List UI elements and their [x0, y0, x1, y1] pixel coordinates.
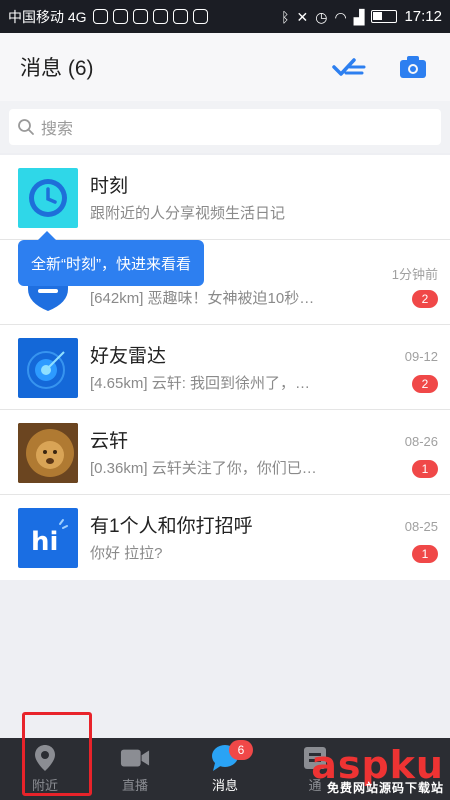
hi-avatar: hi [18, 508, 78, 568]
image-icon [152, 9, 168, 24]
search-bar: 搜索 [0, 101, 450, 153]
message-name: 时刻 [90, 176, 129, 197]
message-name: 好友雷达 [90, 346, 167, 367]
app-icon [192, 9, 208, 24]
app-icon [172, 9, 188, 24]
notification-icon [132, 9, 148, 24]
tab-live[interactable]: 直播 [90, 738, 180, 800]
tab-messages[interactable]: 消息 6 [180, 738, 270, 800]
message-name: 云轩 [90, 431, 129, 452]
search-placeholder: 搜索 [41, 121, 74, 138]
list-item[interactable]: hi 有1个人和你打招呼 你好 拉拉? 08-25 1 [0, 495, 450, 580]
lion-photo [18, 423, 78, 483]
message-name: 有1个人和你打招呼 [90, 516, 253, 537]
alarm-icon: ◷ [315, 8, 328, 25]
message-preview: [642km] 恶趣味！女神被迫10秒… [90, 290, 315, 307]
message-preview: [0.36km] 云轩关注了你，你们已… [90, 460, 317, 477]
search-icon [18, 119, 34, 135]
bluetooth-icon: ᛒ [281, 8, 290, 25]
system-icons: ᛒ ✕ ◷ ◠ ▟ 17:12 [281, 8, 442, 25]
notification-icon [92, 9, 108, 24]
battery-icon [371, 10, 398, 23]
carrier-label: 中国移动 4G [8, 8, 87, 25]
tooltip-text: 全新“时刻”，快进来看看 [31, 255, 191, 273]
unread-badge: 1 [412, 460, 438, 478]
message-preview: 你好 拉拉? [90, 545, 163, 562]
camera-button[interactable] [396, 50, 430, 84]
unread-badge: 1 [412, 545, 438, 563]
unread-badge: 2 [412, 375, 438, 393]
tab-nearby[interactable]: 附近 [0, 738, 90, 800]
notification-icons [92, 9, 208, 24]
page-title: 消息 (6) [20, 57, 94, 80]
watermark-subtitle: 免费网站源码下载站 [326, 781, 444, 795]
message-preview: [4.65km] 云轩: 我回到徐州了，… [90, 375, 311, 392]
hi-icon: hi [31, 519, 68, 557]
radar-avatar [18, 338, 78, 398]
read-all-button[interactable] [332, 50, 366, 84]
notification-icon [112, 9, 128, 24]
tab-label: 消息 [211, 778, 238, 793]
tab-label: 直播 [121, 778, 148, 793]
message-preview: 跟附近的人分享视频生活日记 [90, 205, 286, 222]
message-time: 08-25 [404, 519, 438, 534]
list-item[interactable]: 好友雷达 [4.65km] 云轩: 我回到徐州了，… 09-12 2 [0, 325, 450, 410]
clock: 17:12 [404, 8, 442, 25]
radar-icon [27, 351, 65, 389]
camera-icon [400, 56, 426, 78]
wifi-icon: ◠ [334, 8, 347, 25]
header: 消息 (6) [0, 33, 450, 101]
message-time: 08-26 [404, 434, 438, 449]
list-item[interactable]: 时刻 跟附近的人分享视频生活日记 [0, 155, 450, 240]
message-list: 时刻 跟附近的人分享视频生活日记 [642km] 恶趣味！女神被迫10秒… 1分… [0, 155, 450, 580]
tab-label: 附近 [31, 778, 58, 793]
status-bar: 中国移动 4G ᛒ ✕ ◷ ◠ ▟ 17:12 [0, 0, 450, 33]
message-time: 1分钟前 [391, 267, 438, 282]
location-pin-icon [30, 744, 60, 772]
list-item[interactable]: 云轩 [0.36km] 云轩关注了你，你们已… 08-26 1 [0, 410, 450, 495]
clock-avatar [18, 168, 78, 228]
screen: 中国移动 4G ᛒ ✕ ◷ ◠ ▟ 17:12 消息 (6) 搜索 时刻 跟附近… [0, 0, 450, 800]
message-time: 09-12 [404, 349, 438, 364]
new-feature-tooltip[interactable]: 全新“时刻”，快进来看看 [18, 231, 204, 286]
clock-icon [29, 179, 67, 217]
mute-icon: ✕ [296, 8, 309, 25]
signal-icon: ▟ [353, 8, 365, 25]
read-all-icon [332, 58, 366, 76]
tab-badge: 6 [229, 740, 253, 760]
unread-badge: 2 [412, 290, 438, 308]
svg-text:hi: hi [31, 527, 58, 557]
video-camera-icon [120, 744, 150, 772]
header-actions [332, 50, 430, 84]
watermark: aspku 免费网站源码下载站 [311, 743, 444, 796]
lion-avatar [18, 423, 78, 483]
search-input[interactable]: 搜索 [9, 109, 441, 145]
